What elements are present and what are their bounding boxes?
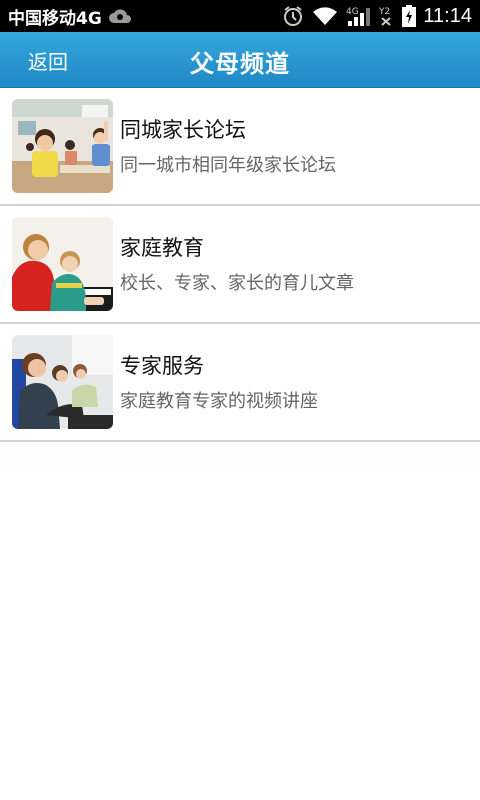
item-title: 家庭教育 <box>120 236 204 260</box>
list-item-expert-service[interactable]: 专家服务 家庭教育专家的视频讲座 <box>0 324 480 442</box>
svg-text:Y2: Y2 <box>379 7 390 17</box>
item-title: 同城家长论坛 <box>120 118 246 142</box>
item-title: 专家服务 <box>120 354 204 378</box>
title-bar: 返回 父母频道 <box>0 32 480 88</box>
list-item-family-education[interactable]: 家庭教育 校长、专家、家长的育儿文章 <box>0 206 480 324</box>
cloud-icon <box>108 8 132 24</box>
status-bar: 中国移动4G 4G Y2 11:14 <box>0 0 480 32</box>
clock: 11:14 <box>423 4 472 27</box>
page-title: 父母频道 <box>190 50 290 78</box>
alarm-icon <box>282 5 304 27</box>
carrier-label: 中国移动4G <box>8 8 102 29</box>
classroom-students-image <box>12 99 113 193</box>
list-item-parent-forum[interactable]: 同城家长论坛 同一城市相同年级家长论坛 <box>0 88 480 206</box>
item-subtitle: 家庭教育专家的视频讲座 <box>120 391 318 412</box>
status-right: 4G Y2 11:14 <box>282 5 472 28</box>
item-subtitle: 同一城市相同年级家长论坛 <box>120 155 336 176</box>
battery-charging-icon <box>402 5 417 27</box>
piano-lesson-image <box>12 217 113 311</box>
lecture-audience-image <box>12 335 113 429</box>
status-left: 中国移动4G <box>8 4 132 29</box>
channel-list: 同城家长论坛 同一城市相同年级家长论坛 家庭教育 校长、专家、家长的育儿文章 专… <box>0 88 480 442</box>
svg-text:4G: 4G <box>346 7 359 17</box>
item-subtitle: 校长、专家、家长的育儿文章 <box>120 273 354 294</box>
signal-2-icon: Y2 <box>379 5 395 27</box>
signal-4g-icon: 4G <box>346 5 372 27</box>
wifi-icon <box>311 5 339 27</box>
